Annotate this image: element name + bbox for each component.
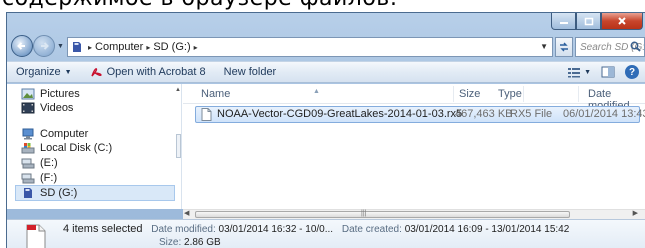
close-button[interactable] — [601, 13, 643, 30]
sd-card-icon — [73, 42, 81, 52]
sd-card-icon — [24, 188, 32, 198]
sidebar-item-drive-f[interactable]: (F:) — [21, 170, 57, 186]
drive-icon — [21, 173, 35, 184]
file-name: NOAA-Vector-CGD09-GreatLakes-2014-01-03.… — [217, 108, 463, 120]
file-type: RX5 File — [510, 108, 553, 120]
navigation-scrollbar[interactable]: ▲ — [175, 84, 182, 209]
forward-button[interactable] — [33, 35, 55, 57]
search-icon — [630, 41, 641, 52]
breadcrumb-separator[interactable]: ▸ — [194, 43, 198, 52]
command-bar: Organize ▼ Open with Acrobat 8 New folde… — [7, 61, 645, 83]
file-date-modified: 06/01/2014 13:43 — [563, 108, 645, 120]
address-bar[interactable]: ▸ Computer ▸ SD (G:) ▸ ▼ — [67, 37, 553, 57]
details-line-dates: 4 items selected Date modified: 03/01/20… — [63, 223, 575, 235]
maximize-icon — [584, 17, 593, 25]
address-dropdown-arrow[interactable]: ▼ — [540, 42, 548, 51]
scroll-left-arrow-icon[interactable]: ◀ — [184, 209, 189, 217]
size-value: 2.86 GB — [184, 237, 221, 248]
organize-button[interactable]: Organize ▼ — [7, 66, 81, 78]
column-header-type[interactable]: Type — [498, 88, 522, 100]
date-modified-label: Date modified: — [151, 224, 216, 235]
column-divider[interactable] — [578, 86, 579, 102]
sidebar-item-label: Computer — [40, 128, 89, 140]
sidebar-item-drive-e[interactable]: (E:) — [21, 155, 58, 171]
view-options-button[interactable]: ▼ — [567, 66, 591, 78]
pane-resize-handle[interactable] — [176, 134, 181, 158]
selection-count: 4 items selected — [63, 223, 143, 235]
scrollbar-grip-icon: ||| — [361, 210, 367, 217]
column-header-size[interactable]: Size — [459, 88, 480, 100]
minimize-icon — [559, 22, 568, 24]
chevron-down-icon: ▼ — [64, 68, 72, 76]
command-bar-right: ▼ ? — [567, 65, 639, 79]
horizontal-scrollbar[interactable]: ◀ ||| ▶ — [183, 209, 645, 219]
column-header-name[interactable]: Name — [201, 88, 230, 100]
explorer-window: ▼ ▸ Computer ▸ SD (G:) ▸ ▼ Search SD (G:… — [6, 12, 645, 248]
refresh-button[interactable] — [555, 37, 573, 57]
scroll-up-arrow-icon[interactable]: ▲ — [175, 87, 181, 93]
forward-arrow-icon — [41, 42, 49, 50]
chevron-down-icon: ▼ — [584, 68, 591, 76]
table-row[interactable]: NOAA-Vector-CGD09-GreatLakes-2014-01-03.… — [195, 106, 645, 123]
drive-icon — [21, 143, 35, 154]
column-headers: ▲ Name Size Type Date modified — [183, 84, 645, 112]
breadcrumb-sd-drive[interactable]: SD (G:) — [153, 41, 190, 53]
breadcrumb-separator[interactable]: ▸ — [88, 43, 92, 52]
help-icon[interactable]: ? — [625, 65, 639, 79]
file-size: 467,463 KB — [455, 108, 513, 120]
scroll-right-arrow-icon[interactable]: ▶ — [633, 209, 638, 217]
view-list-icon — [568, 68, 581, 78]
navigation-pane: Pictures Videos Computer Local Disk (C:)… — [7, 84, 182, 209]
drive-icon — [21, 158, 35, 169]
sidebar-item-label: Pictures — [40, 88, 80, 100]
sidebar-item-label: Videos — [40, 102, 74, 114]
sidebar-item-label: (F:) — [40, 172, 58, 184]
sidebar-item-local-disk[interactable]: Local Disk (C:) — [21, 140, 112, 156]
main-area: Pictures Videos Computer Local Disk (C:)… — [7, 84, 645, 209]
address-row: ▼ ▸ Computer ▸ SD (G:) ▸ ▼ Search SD (G:… — [7, 33, 645, 59]
open-with-label: Open with Acrobat 8 — [106, 66, 206, 78]
column-divider[interactable] — [453, 86, 454, 102]
window-controls — [551, 13, 643, 31]
pictures-icon — [21, 88, 35, 100]
details-pane: 4 items selected Date modified: 03/01/20… — [7, 219, 645, 248]
computer-icon — [22, 128, 34, 140]
sidebar-item-label: SD (G:) — [40, 187, 78, 199]
organize-label: Organize — [16, 66, 61, 78]
refresh-icon — [560, 42, 568, 52]
back-arrow-icon — [17, 42, 25, 50]
back-button[interactable] — [11, 35, 33, 57]
sidebar-item-label: Local Disk (C:) — [40, 142, 113, 154]
preview-pane-icon[interactable] — [601, 66, 615, 78]
sidebar-item-videos[interactable]: Videos — [21, 100, 73, 116]
acrobat-icon — [90, 68, 102, 77]
sidebar-item-label: (E:) — [40, 157, 58, 169]
caption-text: содержимое в браузере файлов: — [2, 0, 398, 12]
sort-indicator-icon: ▲ — [313, 88, 320, 95]
open-with-acrobat-button[interactable]: Open with Acrobat 8 — [81, 66, 215, 78]
new-folder-button[interactable]: New folder — [215, 66, 286, 78]
file-list: ▲ Name Size Type Date modified NOAA-Vect… — [183, 84, 645, 209]
new-folder-label: New folder — [223, 66, 277, 78]
column-divider[interactable] — [523, 86, 524, 102]
scrollbar-thumb[interactable]: ||| — [195, 210, 570, 218]
date-modified-value: 03/01/2014 16:32 - 10/0... — [218, 224, 334, 235]
date-created-value: 03/01/2014 16:09 - 13/01/2014 15:42 — [404, 224, 570, 235]
file-icon — [201, 108, 212, 121]
search-input[interactable]: Search SD (G:) — [575, 37, 645, 57]
close-icon — [618, 17, 626, 25]
sidebar-item-sd-drive[interactable]: SD (G:) — [15, 185, 175, 201]
recent-pages-dropdown[interactable]: ▼ — [57, 43, 64, 50]
date-created-label: Date created: — [341, 224, 402, 235]
maximize-button[interactable] — [576, 13, 601, 30]
breadcrumb-separator[interactable]: ▸ — [146, 43, 150, 52]
details-line-size: Size: 2.86 GB — [159, 237, 227, 248]
minimize-button[interactable] — [551, 13, 576, 30]
videos-icon — [21, 102, 35, 114]
file-icon — [26, 224, 46, 248]
breadcrumb-computer[interactable]: Computer — [95, 41, 143, 53]
size-label: Size: — [159, 237, 182, 248]
